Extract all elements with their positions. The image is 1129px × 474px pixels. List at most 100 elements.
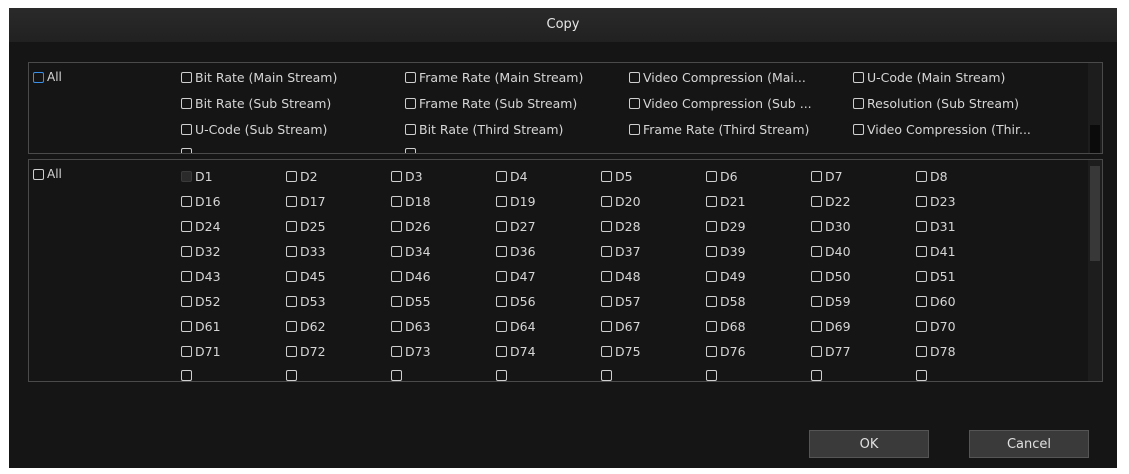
param-option[interactable]: Frame Rate (Main Stream) (405, 70, 583, 85)
channel-checkbox[interactable]: D62 (286, 319, 326, 334)
channel-checkbox[interactable]: D30 (811, 219, 851, 234)
channel-label: D41 (930, 244, 956, 259)
channel-checkbox[interactable]: D53 (286, 294, 326, 309)
channel-checkbox[interactable]: D36 (496, 244, 536, 259)
param-option[interactable]: Bit Rate (Third Stream) (405, 122, 563, 137)
channel-checkbox[interactable]: D46 (391, 269, 431, 284)
channel-checkbox[interactable]: D57 (601, 294, 641, 309)
channel-checkbox[interactable]: D6 (706, 169, 738, 184)
channel-checkbox[interactable]: D33 (286, 244, 326, 259)
channel-checkbox[interactable]: D64 (496, 319, 536, 334)
param-option[interactable]: Video Compression (Sub ... (629, 96, 812, 111)
channel-checkbox[interactable]: D4 (496, 169, 528, 184)
param-option[interactable]: Bit Rate (Sub Stream) (181, 96, 331, 111)
channel-checkbox[interactable]: D52 (181, 294, 221, 309)
channel-checkbox[interactable]: D8 (916, 169, 948, 184)
channel-checkbox[interactable]: D50 (811, 269, 851, 284)
cancel-button[interactable]: Cancel (969, 430, 1089, 458)
channel-checkbox[interactable]: D56 (496, 294, 536, 309)
channel-checkbox[interactable]: D48 (601, 269, 641, 284)
param-option-partial[interactable] (181, 148, 195, 153)
channel-checkbox[interactable]: D7 (811, 169, 843, 184)
channel-checkbox[interactable]: D49 (706, 269, 746, 284)
param-option[interactable]: Frame Rate (Third Stream) (629, 122, 809, 137)
param-option[interactable]: Video Compression (Thir... (853, 122, 1031, 137)
param-option[interactable]: Video Compression (Mai... (629, 70, 806, 85)
param-option[interactable]: U-Code (Main Stream) (853, 70, 1005, 85)
channel-label: D76 (720, 344, 746, 359)
param-all-checkbox[interactable]: All (33, 70, 62, 84)
channel-checkbox[interactable]: D71 (181, 344, 221, 359)
checkbox-icon (916, 296, 927, 307)
channel-checkbox[interactable]: D1 (181, 169, 213, 184)
channel-checkbox[interactable]: D55 (391, 294, 431, 309)
channel-checkbox[interactable]: D19 (496, 194, 536, 209)
channel-checkbox[interactable]: D76 (706, 344, 746, 359)
channel-checkbox-partial[interactable] (601, 370, 615, 381)
channel-checkbox[interactable]: D22 (811, 194, 851, 209)
channel-label: D37 (615, 244, 641, 259)
channel-checkbox[interactable]: D18 (391, 194, 431, 209)
channel-checkbox[interactable]: D77 (811, 344, 851, 359)
channel-checkbox[interactable]: D39 (706, 244, 746, 259)
channel-checkbox[interactable]: D26 (391, 219, 431, 234)
channel-checkbox[interactable]: D59 (811, 294, 851, 309)
channel-checkbox-partial[interactable] (286, 370, 300, 381)
channel-checkbox[interactable]: D27 (496, 219, 536, 234)
channel-checkbox[interactable]: D51 (916, 269, 956, 284)
channel-checkbox[interactable]: D61 (181, 319, 221, 334)
channel-checkbox[interactable]: D47 (496, 269, 536, 284)
channel-checkbox-partial[interactable] (916, 370, 930, 381)
param-option-partial[interactable] (405, 148, 419, 153)
param-scrollbar[interactable] (1088, 63, 1102, 153)
channel-checkbox[interactable]: D23 (916, 194, 956, 209)
channel-checkbox-partial[interactable] (496, 370, 510, 381)
channel-checkbox[interactable]: D24 (181, 219, 221, 234)
channel-checkbox[interactable]: D75 (601, 344, 641, 359)
channel-checkbox[interactable]: D68 (706, 319, 746, 334)
channel-checkbox[interactable]: D58 (706, 294, 746, 309)
param-option[interactable]: Resolution (Sub Stream) (853, 96, 1019, 111)
channel-checkbox[interactable]: D45 (286, 269, 326, 284)
param-option[interactable]: Bit Rate (Main Stream) (181, 70, 337, 85)
channel-checkbox[interactable]: D40 (811, 244, 851, 259)
channel-checkbox[interactable]: D78 (916, 344, 956, 359)
channel-checkbox[interactable]: D72 (286, 344, 326, 359)
channel-all-checkbox[interactable]: All (33, 167, 62, 181)
channel-checkbox[interactable]: D73 (391, 344, 431, 359)
channel-checkbox[interactable]: D43 (181, 269, 221, 284)
param-option[interactable]: U-Code (Sub Stream) (181, 122, 327, 137)
param-option[interactable]: Frame Rate (Sub Stream) (405, 96, 577, 111)
channel-checkbox-partial[interactable] (706, 370, 720, 381)
channel-checkbox[interactable]: D2 (286, 169, 318, 184)
channel-checkbox[interactable]: D25 (286, 219, 326, 234)
channel-checkbox[interactable]: D16 (181, 194, 221, 209)
ok-button[interactable]: OK (809, 430, 929, 458)
channel-checkbox[interactable]: D31 (916, 219, 956, 234)
param-scroll-thumb[interactable] (1090, 125, 1100, 153)
channel-checkbox[interactable]: D67 (601, 319, 641, 334)
channel-checkbox[interactable]: D32 (181, 244, 221, 259)
channel-checkbox[interactable]: D5 (601, 169, 633, 184)
channel-checkbox[interactable]: D37 (601, 244, 641, 259)
channel-checkbox[interactable]: D17 (286, 194, 326, 209)
channel-checkbox[interactable]: D74 (496, 344, 536, 359)
channel-checkbox-partial[interactable] (811, 370, 825, 381)
channel-checkbox-partial[interactable] (391, 370, 405, 381)
channel-checkbox[interactable]: D41 (916, 244, 956, 259)
channel-checkbox[interactable]: D21 (706, 194, 746, 209)
checkbox-icon (181, 72, 192, 83)
channel-checkbox-partial[interactable] (181, 370, 195, 381)
channel-checkbox[interactable]: D63 (391, 319, 431, 334)
channel-checkbox[interactable]: D28 (601, 219, 641, 234)
channel-checkbox[interactable]: D20 (601, 194, 641, 209)
channel-checkbox[interactable]: D3 (391, 169, 423, 184)
channel-checkbox[interactable]: D60 (916, 294, 956, 309)
channel-checkbox[interactable]: D34 (391, 244, 431, 259)
channel-scroll-thumb[interactable] (1090, 166, 1100, 261)
channel-scrollbar[interactable] (1088, 160, 1102, 381)
channel-checkbox[interactable]: D70 (916, 319, 956, 334)
channel-checkbox[interactable]: D69 (811, 319, 851, 334)
parameter-panel: All Bit Rate (Main Stream) Frame Rate (Ma… (28, 62, 1103, 154)
channel-checkbox[interactable]: D29 (706, 219, 746, 234)
